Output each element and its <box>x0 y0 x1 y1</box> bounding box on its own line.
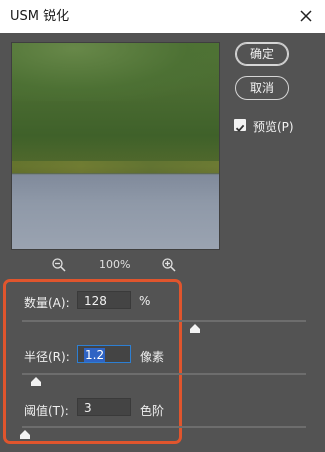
amount-unit: % <box>139 294 151 308</box>
checkmark-icon <box>235 124 245 132</box>
window-title: USM 锐化 <box>10 9 70 24</box>
zoom-in-icon[interactable] <box>161 257 177 273</box>
preview-image[interactable] <box>11 42 220 250</box>
zoom-out-icon[interactable] <box>51 257 67 273</box>
radius-unit: 像素 <box>140 350 165 364</box>
close-icon[interactable] <box>296 6 316 26</box>
zoom-level: 100% <box>99 258 131 271</box>
zoom-controls: 100% <box>51 257 181 273</box>
radius-slider-track[interactable] <box>22 373 306 375</box>
amount-input[interactable]: 128 <box>77 291 131 309</box>
threshold-input[interactable]: 3 <box>77 398 131 416</box>
amount-slider-track[interactable] <box>22 320 306 322</box>
radius-slider-thumb[interactable] <box>31 377 42 386</box>
radius-input[interactable]: 1.2 <box>77 345 131 363</box>
threshold-label: 阈值(T): <box>24 404 69 418</box>
cancel-button[interactable]: 取消 <box>235 76 289 100</box>
preview-shoreline <box>12 161 219 173</box>
threshold-slider-thumb[interactable] <box>19 430 30 439</box>
amount-slider-thumb[interactable] <box>190 324 201 333</box>
preview-checkbox[interactable] <box>234 119 246 132</box>
preview-label[interactable]: 预览(P) <box>253 118 294 135</box>
radius-value: 1.2 <box>84 348 106 362</box>
radius-label: 半径(R): <box>24 350 70 364</box>
preview-trees <box>12 43 219 101</box>
amount-label: 数量(A): <box>24 296 70 310</box>
threshold-unit: 色阶 <box>140 404 165 418</box>
threshold-slider-track[interactable] <box>22 426 306 428</box>
ok-button[interactable]: 确定 <box>235 42 289 66</box>
title-bar: USM 锐化 <box>0 0 325 33</box>
